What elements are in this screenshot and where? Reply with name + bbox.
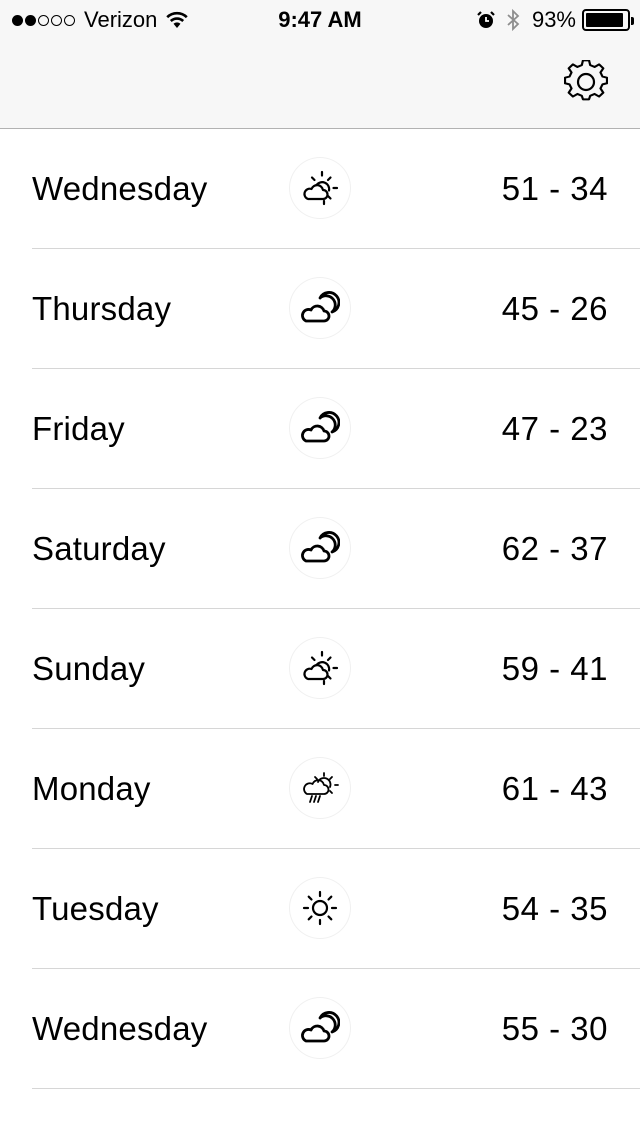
forecast-row[interactable]: Wednesday 55 - 30 [0, 969, 640, 1089]
temperature-range: 51 - 34 [501, 170, 608, 207]
forecast-row[interactable]: Sunday 59 - 41 [0, 609, 640, 729]
forecast-list: Wednesday 51 - 34 Thursday 45 - 26 Friday … [0, 129, 640, 1089]
moon-cloud-icon [290, 998, 350, 1058]
gear-icon[interactable] [564, 60, 608, 104]
alarm-icon [476, 10, 496, 30]
temperature-range: 62 - 37 [501, 530, 608, 567]
day-name: Friday [32, 410, 125, 447]
partly-sunny-icon [290, 158, 350, 218]
battery-icon [582, 9, 634, 31]
status-right: 93% [476, 0, 634, 40]
day-name: Wednesday [32, 1010, 208, 1047]
day-name: Saturday [32, 530, 166, 567]
forecast-row[interactable]: Saturday 62 - 37 [0, 489, 640, 609]
forecast-row[interactable]: Tuesday 54 - 35 [0, 849, 640, 969]
forecast-row[interactable]: Friday 47 - 23 [0, 369, 640, 489]
moon-cloud-icon [290, 518, 350, 578]
forecast-row[interactable]: Thursday 45 - 26 [0, 249, 640, 369]
temperature-range: 54 - 35 [501, 890, 608, 927]
sun-icon [290, 878, 350, 938]
status-bar: Verizon 9:47 AM 93% [0, 0, 640, 40]
temperature-range: 59 - 41 [501, 650, 608, 687]
partly-sunny-icon [290, 638, 350, 698]
temperature-range: 55 - 30 [501, 1010, 608, 1047]
day-name: Wednesday [32, 170, 208, 207]
temperature-range: 45 - 26 [501, 290, 608, 327]
day-name: Tuesday [32, 890, 159, 927]
navigation-bar: Verizon 9:47 AM 93% [0, 0, 640, 129]
day-name: Thursday [32, 290, 172, 327]
moon-cloud-icon [290, 398, 350, 458]
sun-rain-cloud-icon [290, 758, 350, 818]
bluetooth-icon [506, 8, 520, 32]
forecast-row[interactable]: Wednesday 51 - 34 [0, 129, 640, 249]
battery-percent: 93% [531, 7, 576, 32]
forecast-row[interactable]: Monday 61 - 43 [0, 729, 640, 849]
day-name: Sunday [32, 650, 146, 687]
temperature-range: 47 - 23 [501, 410, 608, 447]
moon-cloud-icon [290, 278, 350, 338]
row-divider [32, 1088, 640, 1089]
temperature-range: 61 - 43 [501, 770, 608, 807]
day-name: Monday [32, 770, 151, 807]
